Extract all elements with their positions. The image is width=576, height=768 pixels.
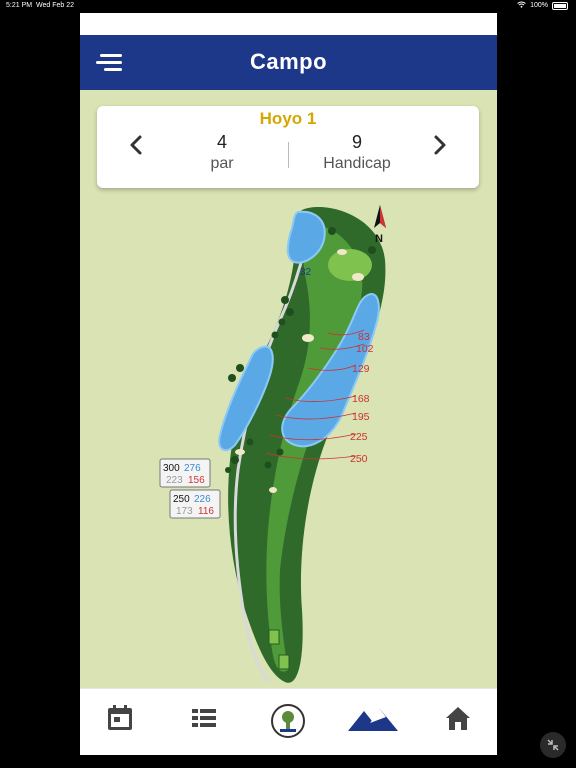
- chevron-left-icon: [130, 135, 142, 155]
- minimize-icon: [547, 739, 559, 751]
- handicap-value: 9: [351, 132, 362, 152]
- tee-distance-red: 116: [198, 506, 214, 517]
- tab-club-logo[interactable]: [268, 703, 308, 743]
- distance-marker: 129: [352, 363, 370, 375]
- bunker: [302, 334, 314, 342]
- north-arrow: N: [374, 205, 386, 245]
- battery-icon: [552, 1, 568, 10]
- top-gap: [80, 13, 497, 35]
- bunker: [337, 249, 347, 255]
- calendar-icon: [108, 705, 132, 730]
- club-logo-icon: [271, 704, 305, 738]
- battery-percent: 100%: [530, 2, 548, 9]
- tee-distance-blue: 226: [194, 494, 211, 505]
- handicap-label: Handicap: [323, 155, 391, 172]
- tab-calendar[interactable]: [100, 703, 140, 743]
- status-time: 5:21 PM: [6, 2, 33, 9]
- tee-box: [268, 629, 280, 645]
- mountain-icon: [348, 709, 398, 731]
- home-icon: [446, 707, 470, 730]
- bunker: [269, 487, 277, 493]
- minimize-button[interactable]: [540, 732, 566, 758]
- north-label: N: [375, 233, 383, 245]
- par-value: 4: [216, 132, 227, 152]
- distance-marker: 195: [352, 411, 370, 423]
- previous-hole-button[interactable]: [123, 131, 151, 159]
- bunker: [352, 273, 364, 281]
- tee-distance-red: 156: [188, 475, 205, 486]
- green: [328, 249, 372, 281]
- tee-distance-blue: 276: [184, 463, 201, 474]
- tee-distance-black: 250: [173, 494, 190, 505]
- hole-info-card: Hoyo 1 4 par 9 Handicap: [97, 106, 479, 188]
- tee-distance-black: 300: [163, 463, 180, 474]
- tee-distance-box-2: 250 226 173 116: [169, 489, 221, 519]
- next-hole-button[interactable]: [425, 131, 453, 159]
- card-divider: [288, 142, 289, 168]
- distance-marker: 225: [350, 431, 368, 443]
- header-bar: Campo: [80, 35, 497, 90]
- status-bar: 5:21 PM Wed Feb 22 100%: [0, 0, 576, 12]
- tab-list[interactable]: [184, 703, 224, 743]
- tee-distance-white: 223: [166, 475, 183, 486]
- wifi-icon: [517, 1, 526, 10]
- tab-bar: [80, 688, 497, 755]
- status-right: 100%: [517, 1, 568, 10]
- bunker: [235, 449, 245, 455]
- par-column: 4 par: [187, 132, 257, 173]
- tee-distance-white: 173: [176, 506, 193, 517]
- tab-home[interactable]: [438, 703, 478, 743]
- list-icon: [192, 709, 216, 727]
- tee-box: [278, 654, 290, 670]
- page-title: Campo: [249, 49, 328, 74]
- green-depth-label: 32: [300, 267, 312, 278]
- distance-marker: 83: [358, 331, 370, 343]
- hole-title: Hoyo 1: [259, 109, 317, 128]
- tee-distance-box-1: 300 276 223 156: [159, 458, 211, 488]
- chevron-right-icon: [434, 135, 446, 155]
- distance-marker: 102: [356, 343, 374, 355]
- course-view: 83 102 129 168 195 225 250 32 N 300 276: [80, 90, 497, 688]
- distance-marker: 168: [352, 393, 370, 405]
- app-window: Campo 83 102 129 168 195 225 250 32 N 30…: [80, 13, 497, 755]
- tab-course[interactable]: [346, 703, 400, 743]
- distance-marker: 250: [350, 453, 368, 465]
- handicap-column: 9 Handicap: [307, 132, 407, 173]
- status-date: Wed Feb 22: [36, 2, 75, 9]
- par-label: par: [210, 155, 234, 172]
